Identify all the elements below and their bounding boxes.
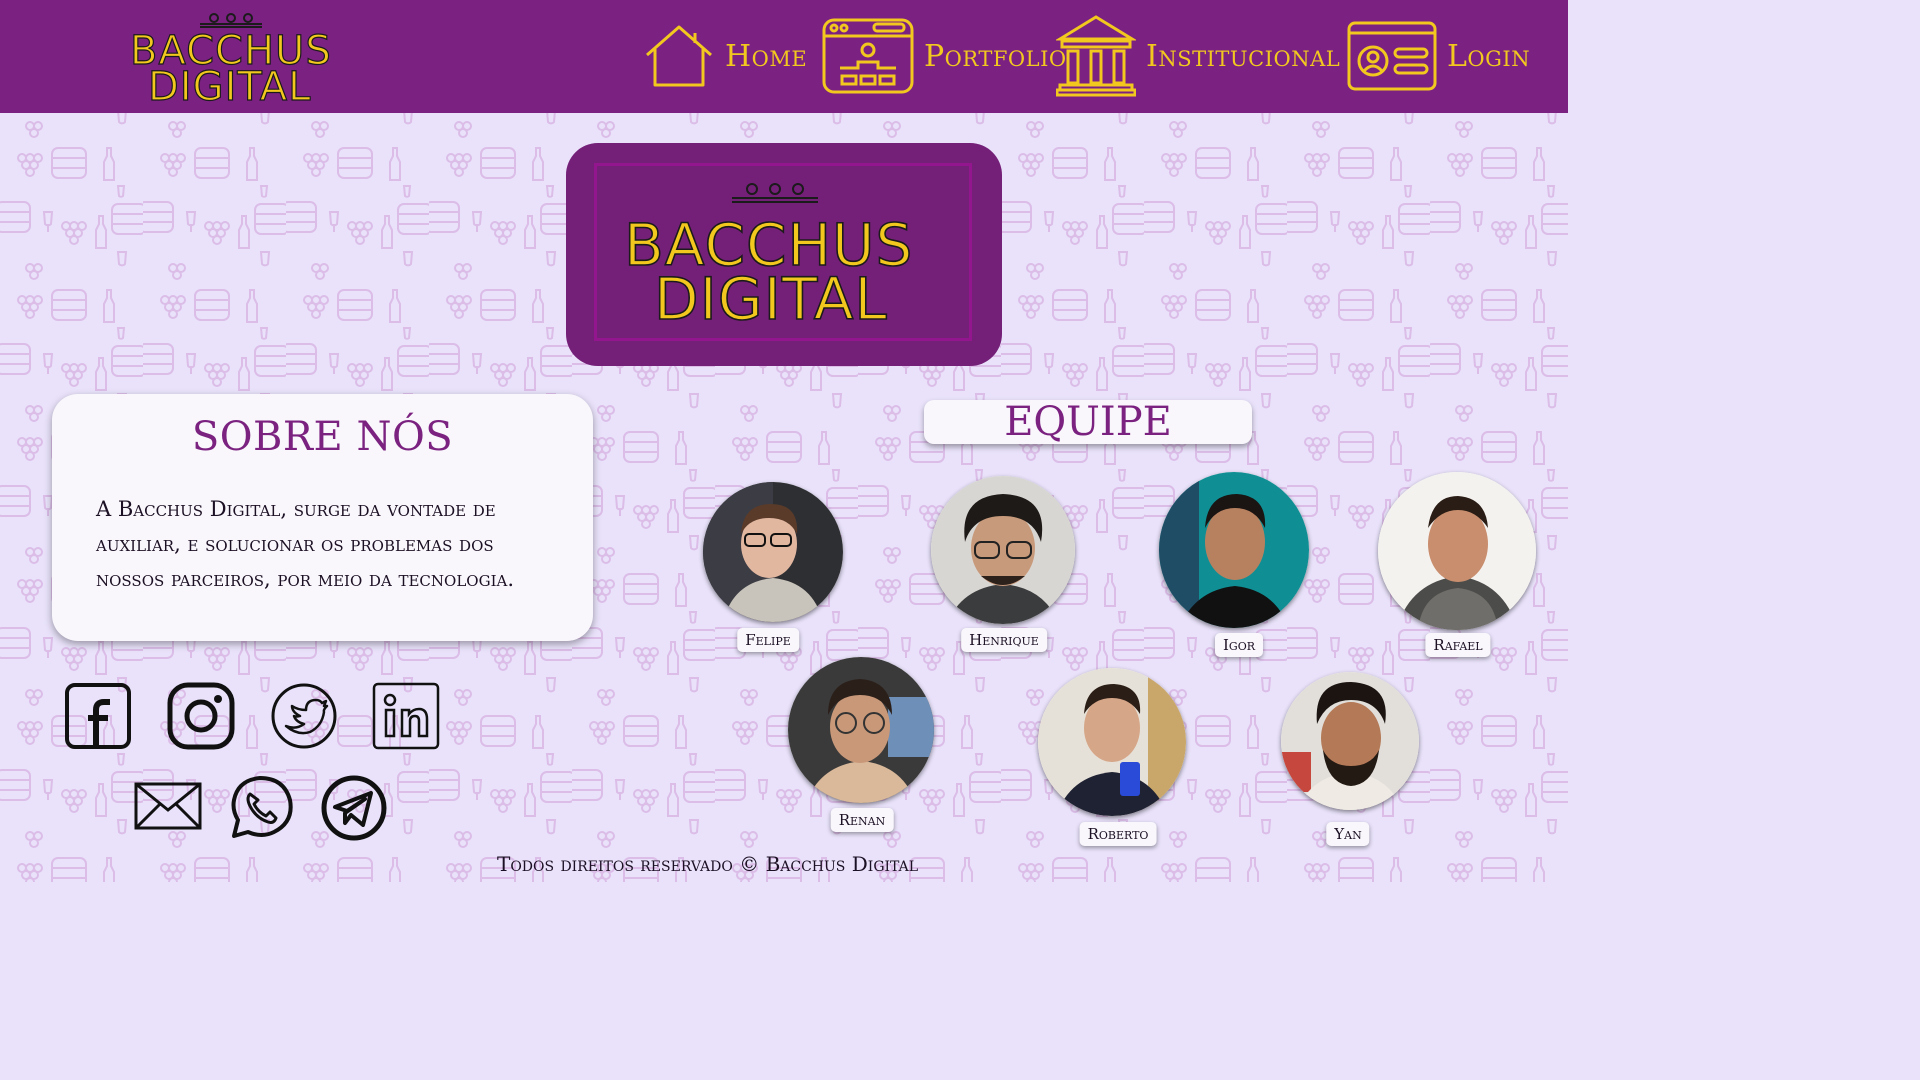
member-name-roberto: Roberto bbox=[1079, 822, 1157, 846]
linkedin-icon bbox=[372, 682, 440, 750]
avatar-roberto bbox=[1038, 668, 1186, 816]
about-text: A Bacchus Digital, surge da vontade de a… bbox=[96, 497, 514, 591]
team-title: EQUIPE bbox=[1004, 399, 1172, 445]
avatar-henrique bbox=[931, 476, 1075, 624]
instagram-icon bbox=[167, 682, 235, 750]
member-name-igor: Igor bbox=[1214, 633, 1264, 657]
about-title: SOBRE NÓS bbox=[191, 414, 454, 460]
brand-logo-line2: DIGITAL bbox=[148, 64, 311, 106]
portfolio-icon bbox=[822, 18, 914, 94]
twitter-link[interactable] bbox=[270, 682, 338, 754]
email-link[interactable] bbox=[134, 782, 202, 834]
brand-logo[interactable]: BACCHUS DIGITAL bbox=[128, 6, 358, 111]
nav-institucional[interactable]: Institucional bbox=[1056, 14, 1340, 98]
avatar-renan bbox=[788, 657, 934, 803]
nav-home-label: Home bbox=[725, 38, 808, 74]
nav-home[interactable]: Home bbox=[643, 14, 807, 98]
telegram-icon bbox=[321, 775, 387, 841]
whatsapp-link[interactable] bbox=[228, 774, 296, 844]
avatar-felipe bbox=[703, 482, 843, 622]
nav-portfolio-label: Portfolio bbox=[924, 38, 1067, 74]
hero-logo-line2: DIGITAL bbox=[654, 265, 888, 333]
facebook-link[interactable] bbox=[64, 682, 132, 754]
avatar-rafael bbox=[1378, 472, 1536, 630]
about-card: SOBRE NÓS A Bacchus Digital, surge da vo… bbox=[52, 394, 593, 641]
member-name-henrique: Henrique bbox=[961, 628, 1047, 652]
nav-login[interactable]: Login bbox=[1347, 14, 1530, 98]
hero-brand-logo: BACCHUS DIGITAL bbox=[623, 183, 913, 333]
twitter-icon bbox=[271, 683, 337, 749]
institution-building-icon bbox=[1056, 15, 1136, 97]
telegram-link[interactable] bbox=[321, 775, 387, 845]
avatar-yan bbox=[1281, 672, 1419, 810]
brand-logo-mark: BACCHUS DIGITAL bbox=[129, 13, 331, 111]
home-icon bbox=[646, 25, 712, 87]
instagram-link[interactable] bbox=[167, 682, 235, 754]
nav-login-label: Login bbox=[1447, 38, 1531, 74]
facebook-icon bbox=[65, 683, 131, 749]
team-title-box: EQUIPE bbox=[924, 399, 1252, 445]
member-name-renan: Renan bbox=[830, 808, 894, 832]
top-navbar: BACCHUS DIGITAL Home Portfolio Instituci… bbox=[0, 0, 1568, 113]
member-name-yan: Yan bbox=[1326, 822, 1370, 846]
member-name-rafael: Rafael bbox=[1425, 633, 1491, 657]
footer-copyright: Todos direitos reservado © Bacchus Digit… bbox=[496, 852, 919, 876]
linkedin-link[interactable] bbox=[372, 682, 440, 754]
nav-institucional-label: Institucional bbox=[1146, 38, 1341, 74]
avatar-igor bbox=[1159, 472, 1309, 628]
nav-portfolio[interactable]: Portfolio bbox=[822, 14, 1067, 98]
member-name-felipe: Felipe bbox=[737, 628, 799, 652]
whatsapp-icon bbox=[231, 776, 293, 838]
login-profile-icon bbox=[1347, 21, 1437, 91]
hero-logo-panel: BACCHUS DIGITAL bbox=[566, 143, 1002, 366]
email-icon bbox=[134, 782, 202, 830]
